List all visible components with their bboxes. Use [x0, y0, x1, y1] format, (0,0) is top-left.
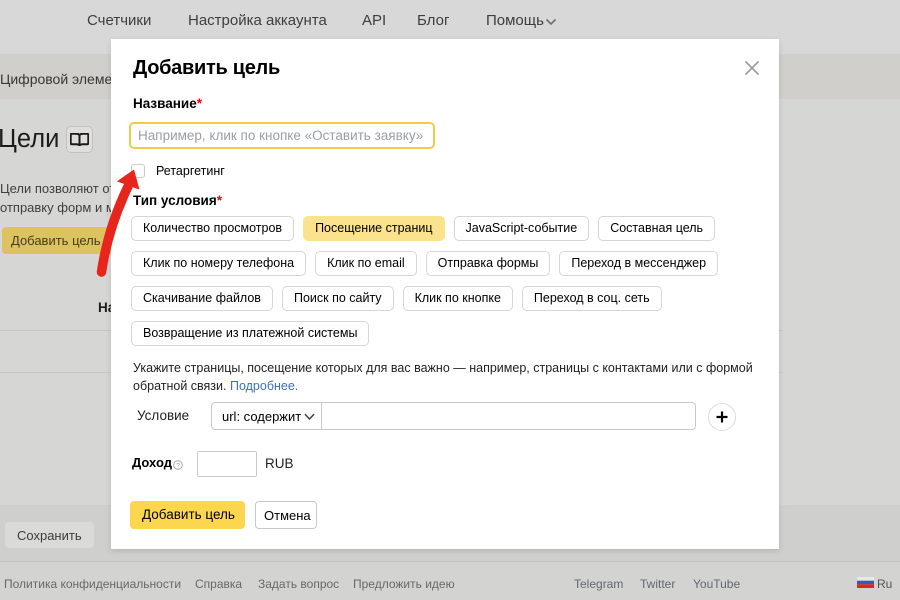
svg-text:?: ?	[176, 462, 180, 469]
